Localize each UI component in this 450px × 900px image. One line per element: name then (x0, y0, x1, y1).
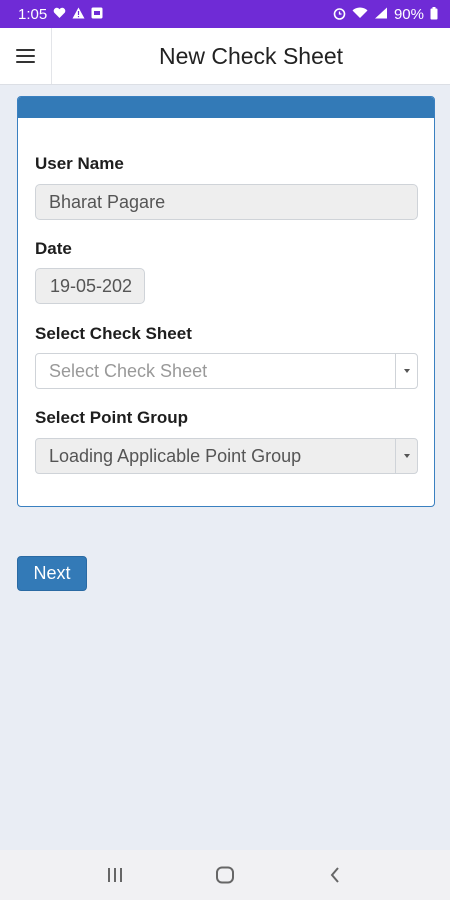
status-bar: 1:05 90% (0, 0, 450, 28)
back-icon (330, 867, 339, 883)
recent-apps-button[interactable] (90, 855, 140, 895)
next-button[interactable]: Next (17, 556, 87, 591)
back-button[interactable] (310, 855, 360, 895)
page-title: New Check Sheet (158, 42, 344, 69)
heart-icon (53, 7, 66, 21)
point-group-label: Select Point Group (35, 408, 189, 427)
check-sheet-label: Select Check Sheet (35, 324, 192, 343)
date-label: Date (35, 239, 72, 258)
status-time: 1:05 (18, 5, 48, 23)
warning-icon (72, 7, 85, 21)
check-sheet-form-panel: User Name Bharat Pagare Date 19-05-202 S… (17, 96, 435, 507)
home-icon (216, 866, 234, 884)
status-bar-left: 1:05 (18, 6, 103, 23)
date-value: 19-05-202 (50, 275, 133, 296)
system-nav-bar (0, 850, 450, 900)
battery-level: 90% (393, 5, 424, 23)
point-group-value: Loading Applicable Point Group (49, 445, 302, 466)
chevron-down-icon (403, 454, 410, 458)
recent-apps-icon (108, 868, 122, 882)
app-bar: New Check Sheet (0, 28, 450, 85)
alarm-icon (333, 7, 346, 22)
home-button[interactable] (200, 855, 250, 895)
user-name-value: Bharat Pagare (49, 191, 166, 212)
hamburger-menu-icon (16, 49, 35, 63)
chevron-down-icon (403, 369, 410, 373)
battery-icon (430, 6, 438, 22)
point-group-select[interactable]: Loading Applicable Point Group (35, 438, 418, 474)
check-sheet-dropdown-toggle[interactable] (395, 354, 417, 388)
menu-button[interactable] (0, 28, 52, 84)
panel-header (18, 97, 434, 118)
wifi-icon (352, 7, 368, 21)
status-bar-right: 90% (333, 6, 438, 23)
check-sheet-placeholder: Select Check Sheet (49, 360, 208, 381)
user-name-label: User Name (35, 154, 124, 173)
mail-icon (91, 7, 103, 21)
signal-icon (374, 7, 388, 21)
check-sheet-select[interactable]: Select Check Sheet (35, 353, 418, 389)
user-name-field[interactable]: Bharat Pagare (35, 184, 418, 220)
date-field[interactable]: 19-05-202 (35, 268, 145, 304)
point-group-dropdown-toggle[interactable] (395, 439, 417, 473)
